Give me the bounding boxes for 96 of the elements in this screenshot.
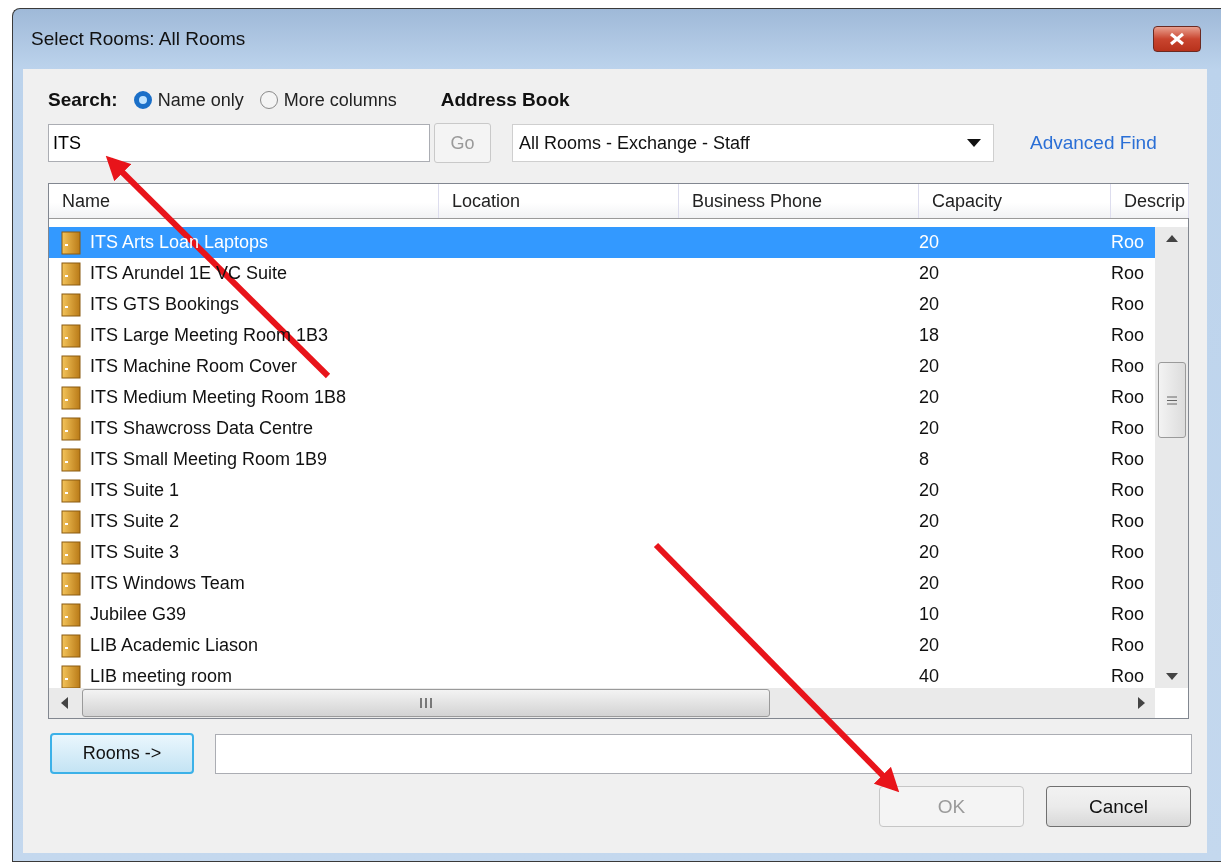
room-name: LIB Academic Liason bbox=[90, 635, 259, 656]
capacity-cell: 20 bbox=[919, 511, 940, 532]
room-icon bbox=[61, 385, 81, 410]
scroll-up-icon[interactable] bbox=[1165, 235, 1178, 242]
scroll-right-icon[interactable] bbox=[1138, 697, 1145, 709]
capacity-cell: 20 bbox=[919, 263, 940, 284]
grip-icon bbox=[419, 698, 433, 708]
room-icon bbox=[61, 509, 81, 534]
description-cell: Roo bbox=[1111, 604, 1145, 625]
description-cell: Roo bbox=[1111, 387, 1145, 408]
capacity-cell: 8 bbox=[919, 449, 929, 470]
address-book-label: Address Book bbox=[440, 89, 570, 111]
caret-icon bbox=[967, 139, 981, 147]
description-cell: Roo bbox=[1111, 635, 1145, 656]
description-cell: Roo bbox=[1111, 325, 1145, 346]
room-name: ITS Machine Room Cover bbox=[90, 356, 298, 377]
room-name: ITS Small Meeting Room 1B9 bbox=[90, 449, 328, 470]
room-name: ITS Shawcross Data Centre bbox=[90, 418, 314, 439]
close-button[interactable] bbox=[1153, 26, 1201, 52]
room-icon bbox=[61, 261, 81, 286]
grip-icon bbox=[1166, 395, 1177, 405]
room-row[interactable]: ITS Windows Team 20 Roo bbox=[49, 568, 1155, 599]
room-row[interactable]: ITS GTS Bookings 20 Roo bbox=[49, 289, 1155, 320]
room-icon bbox=[61, 540, 81, 565]
address-book-dropdown[interactable]: All Rooms - Exchange - Staff bbox=[512, 124, 994, 162]
capacity-cell: 20 bbox=[919, 294, 940, 315]
room-icon bbox=[61, 478, 81, 503]
room-row[interactable]: ITS Suite 3 20 Roo bbox=[49, 537, 1155, 568]
rooms-field[interactable] bbox=[215, 733, 1192, 774]
column-header[interactable]: Descrip bbox=[1111, 184, 1189, 218]
room-name: LIB meeting room bbox=[90, 666, 233, 687]
room-name: ITS Suite 2 bbox=[90, 511, 180, 532]
room-row[interactable]: ITS Shawcross Data Centre 20 Roo bbox=[49, 413, 1155, 444]
column-header[interactable]: Name bbox=[49, 184, 439, 218]
description-cell: Roo bbox=[1111, 573, 1145, 594]
room-icon bbox=[61, 602, 81, 627]
room-icon bbox=[61, 571, 81, 596]
capacity-cell: 20 bbox=[919, 573, 940, 594]
capacity-cell: 20 bbox=[919, 356, 940, 377]
capacity-cell: 40 bbox=[919, 666, 940, 687]
room-name: Jubilee G39 bbox=[90, 604, 187, 625]
room-row[interactable]: Jubilee G39 10 Roo bbox=[49, 599, 1155, 630]
room-name: ITS Windows Team bbox=[90, 573, 245, 594]
cancel-button[interactable]: Cancel bbox=[1046, 786, 1191, 827]
description-cell: Roo bbox=[1111, 294, 1145, 315]
room-icon bbox=[61, 664, 81, 688]
description-cell: Roo bbox=[1111, 666, 1145, 687]
room-icon bbox=[61, 447, 81, 472]
capacity-cell: 18 bbox=[919, 325, 940, 346]
capacity-cell: 20 bbox=[919, 418, 940, 439]
description-cell: Roo bbox=[1111, 480, 1145, 501]
room-icon bbox=[61, 354, 81, 379]
description-cell: Roo bbox=[1111, 356, 1145, 377]
search-field[interactable]: ITS bbox=[48, 124, 430, 162]
capacity-cell: 20 bbox=[919, 232, 940, 253]
scroll-left-icon[interactable] bbox=[61, 697, 68, 709]
horizontal-scrollbar[interactable] bbox=[49, 688, 1155, 718]
radio-option[interactable]: Name only bbox=[133, 89, 244, 111]
description-cell: Roo bbox=[1111, 511, 1145, 532]
description-cell: Roo bbox=[1111, 449, 1145, 470]
capacity-cell: 20 bbox=[919, 480, 940, 501]
room-icon bbox=[61, 633, 81, 658]
vertical-scrollbar[interactable] bbox=[1155, 227, 1188, 688]
room-row[interactable]: LIB meeting room 40 Roo bbox=[49, 661, 1155, 688]
window-title: Select Rooms: All Rooms bbox=[30, 28, 246, 50]
room-row[interactable]: ITS Machine Room Cover 20 Roo bbox=[49, 351, 1155, 382]
room-row[interactable]: ITS Small Meeting Room 1B9 8 Roo bbox=[49, 444, 1155, 475]
search-label: Search: bbox=[48, 89, 118, 111]
room-row[interactable]: ITS Suite 2 20 Roo bbox=[49, 506, 1155, 537]
scroll-down-icon[interactable] bbox=[1165, 673, 1178, 680]
column-header[interactable]: Business Phone bbox=[679, 184, 919, 218]
radio-option[interactable]: More columns bbox=[259, 89, 397, 111]
room-row[interactable]: ITS Medium Meeting Room 1B8 20 Roo bbox=[49, 382, 1155, 413]
capacity-cell: 20 bbox=[919, 635, 940, 656]
room-row[interactable]: LIB Academic Liason 20 Roo bbox=[49, 630, 1155, 661]
capacity-cell: 20 bbox=[919, 542, 940, 563]
advanced-find-link[interactable]: Advanced Find bbox=[1030, 132, 1157, 154]
description-cell: Roo bbox=[1111, 232, 1145, 253]
room-row[interactable]: ITS Suite 1 20 Roo bbox=[49, 475, 1155, 506]
room-name: ITS Suite 1 bbox=[90, 480, 180, 501]
column-header[interactable]: Capacity bbox=[919, 184, 1111, 218]
rooms-button[interactable]: Rooms -> bbox=[50, 733, 194, 774]
room-icon bbox=[61, 292, 81, 317]
room-icon bbox=[61, 416, 81, 441]
capacity-cell: 20 bbox=[919, 387, 940, 408]
description-cell: Roo bbox=[1111, 263, 1145, 284]
room-icon bbox=[61, 323, 81, 348]
room-name: ITS Suite 3 bbox=[90, 542, 180, 563]
column-header[interactable]: Location bbox=[439, 184, 679, 218]
capacity-cell: 10 bbox=[919, 604, 940, 625]
description-cell: Roo bbox=[1111, 542, 1145, 563]
room-icon bbox=[61, 230, 81, 255]
room-name: ITS GTS Bookings bbox=[90, 294, 240, 315]
room-name: ITS Medium Meeting Room 1B8 bbox=[90, 387, 347, 408]
description-cell: Roo bbox=[1111, 418, 1145, 439]
close-icon bbox=[1168, 32, 1186, 46]
